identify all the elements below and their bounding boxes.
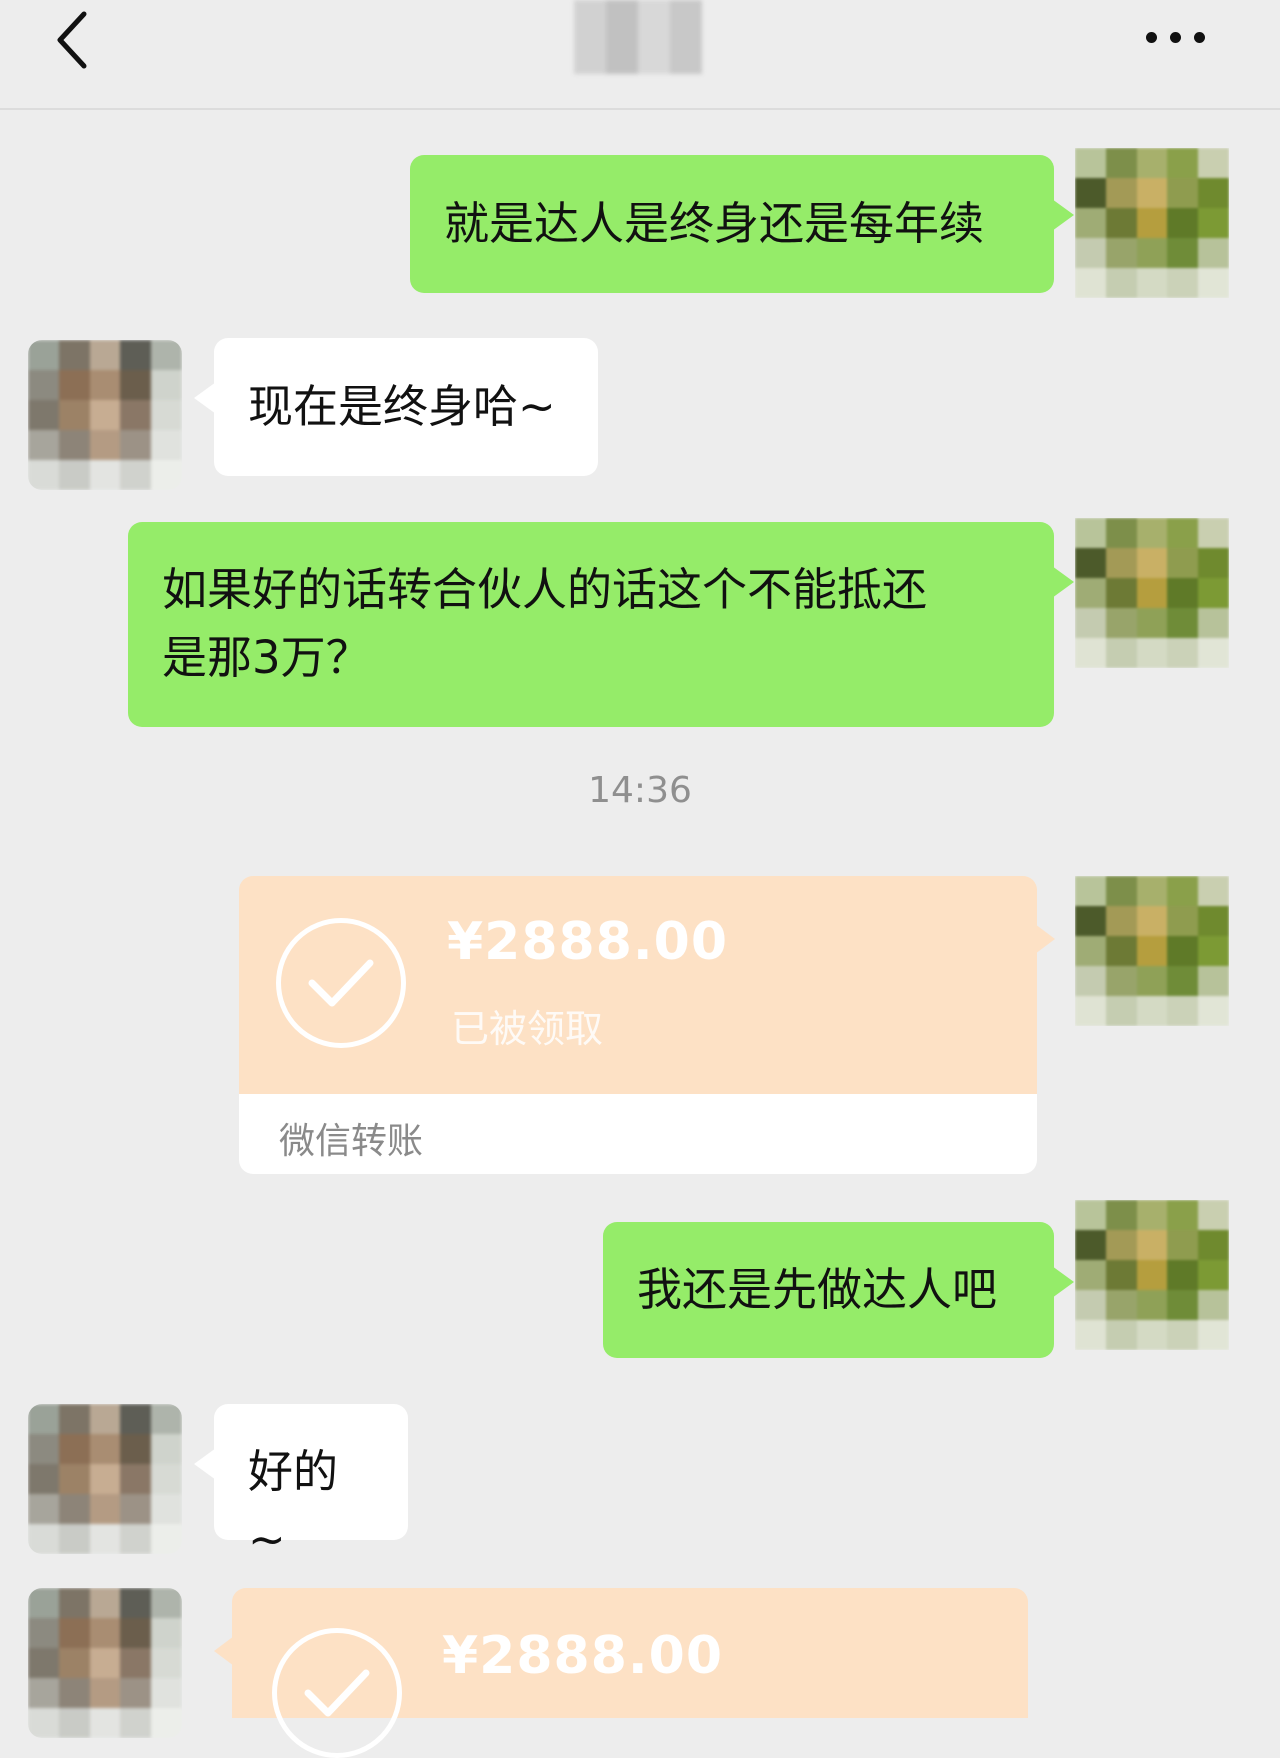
message-text-line: 是那3万？ (162, 631, 371, 684)
avatar[interactable] (28, 1404, 182, 1554)
transfer-card[interactable]: ¥2888.00 已被领取 微信转账 (239, 876, 1055, 1174)
chevron-left-icon (57, 11, 87, 69)
transfer-amount: ¥2888.00 (442, 1626, 724, 1686)
message-bubble[interactable]: 如果好的话转合伙人的话这个不能抵还 是那3万？ (128, 522, 1074, 727)
message-bubble[interactable]: 就是达人是终身还是每年续 (410, 155, 1074, 293)
transfer-card[interactable]: ¥2888.00 (214, 1588, 1028, 1758)
timestamp: 14:36 (588, 770, 692, 811)
transfer-amount: ¥2888.00 (447, 912, 729, 972)
check-circle-icon (272, 1628, 402, 1758)
message-bubble[interactable]: 现在是终身哈~ (194, 338, 598, 476)
top-bar (0, 0, 1280, 110)
avatar[interactable] (28, 340, 182, 490)
message-text: 我还是先做达人吧 (637, 1263, 998, 1316)
check-circle-icon (276, 918, 406, 1048)
message-bubble[interactable]: 好的~ (194, 1404, 408, 1566)
message-bubble[interactable]: 我还是先做达人吧 (603, 1222, 1074, 1358)
avatar[interactable] (28, 1588, 182, 1738)
message-text: 就是达人是终身还是每年续 (444, 197, 985, 250)
message-text: 现在是终身哈~ (248, 380, 556, 433)
message-text: 好的~ (248, 1445, 339, 1566)
transfer-status: 已被领取 (451, 1007, 604, 1051)
message-text-line: 如果好的话转合伙人的话这个不能抵还 (162, 563, 928, 616)
chat-title-blurred (574, 0, 702, 74)
more-dots-icon[interactable] (1140, 22, 1220, 52)
transfer-card-top: ¥2888.00 已被领取 (239, 876, 1037, 1094)
back-button[interactable] (48, 4, 108, 74)
transfer-footer-label: 微信转账 (279, 1121, 424, 1162)
avatar[interactable] (1075, 1200, 1229, 1350)
transfer-card-top: ¥2888.00 (232, 1588, 1028, 1758)
avatar[interactable] (1075, 876, 1229, 1026)
avatar[interactable] (1075, 518, 1229, 668)
avatar[interactable] (1075, 148, 1229, 298)
transfer-card-bottom: 微信转账 (239, 1094, 1037, 1174)
